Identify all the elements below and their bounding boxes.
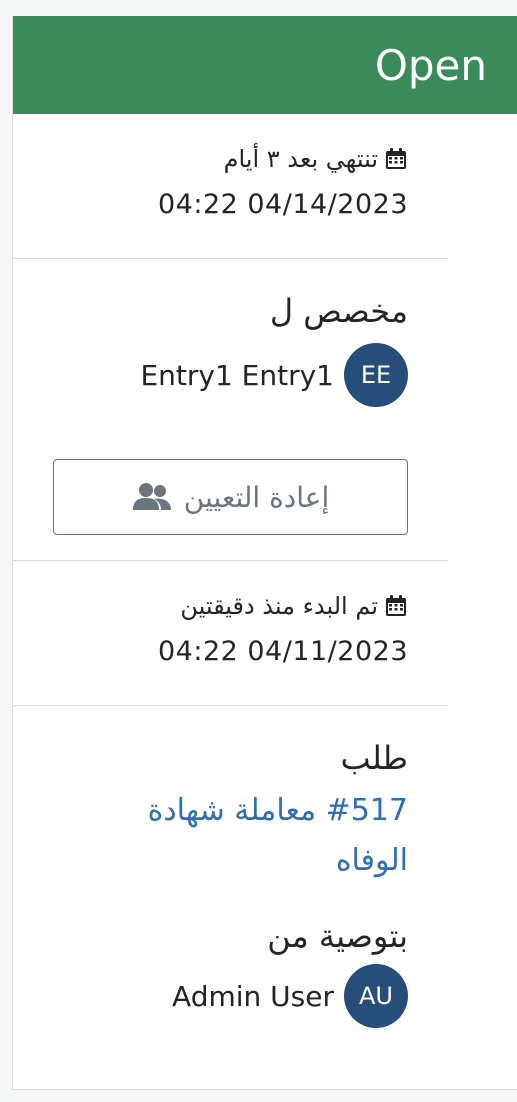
assigned-section: مخصص ل EE Entry1 Entry1 إعادة التعيين (13, 259, 448, 561)
status-label: Open (374, 40, 487, 90)
started-datetime: 04:22 04/11/2023 (157, 636, 408, 667)
status-header: Open (13, 16, 517, 114)
users-icon (132, 483, 171, 510)
recommended-user-name: Admin User (172, 979, 334, 1013)
request-link[interactable]: #517 معاملة شهادة الوفاه (13, 786, 448, 886)
request-section: طلب #517 معاملة شهادة الوفاه بتوصية من A… (13, 706, 448, 1028)
due-relative-text: تنتهي بعد ٣ أيام (223, 145, 378, 173)
avatar-initials: EE (360, 361, 392, 389)
task-sidebar-panel: Open تنتهي بعد ٣ أيام 04:22 04/14/2023 م… (12, 16, 517, 1090)
calendar-icon (386, 148, 406, 169)
started-section: تم البدء منذ دقيقتين 04:22 04/11/2023 (13, 561, 448, 706)
avatar: EE (344, 343, 408, 407)
reassign-button[interactable]: إعادة التعيين (53, 459, 408, 535)
reassign-button-label: إعادة التعيين (183, 480, 330, 514)
assigned-heading: مخصص ل (269, 292, 408, 330)
calendar-icon (386, 595, 406, 616)
request-heading: طلب (340, 739, 408, 777)
avatar: AU (344, 964, 408, 1028)
due-section: تنتهي بعد ٣ أيام 04:22 04/14/2023 (13, 114, 448, 259)
started-relative-text: تم البدء منذ دقيقتين (180, 592, 378, 620)
avatar-initials: AU (359, 982, 393, 1010)
assigned-user: EE Entry1 Entry1 (13, 343, 448, 407)
recommended-user: AU Admin User (13, 964, 448, 1028)
started-relative: تم البدء منذ دقيقتين (13, 591, 448, 621)
due-datetime: 04:22 04/14/2023 (157, 189, 408, 220)
assigned-user-name: Entry1 Entry1 (140, 358, 334, 392)
recommended-heading: بتوصية من (267, 917, 408, 955)
due-relative: تنتهي بعد ٣ أيام (13, 144, 448, 174)
